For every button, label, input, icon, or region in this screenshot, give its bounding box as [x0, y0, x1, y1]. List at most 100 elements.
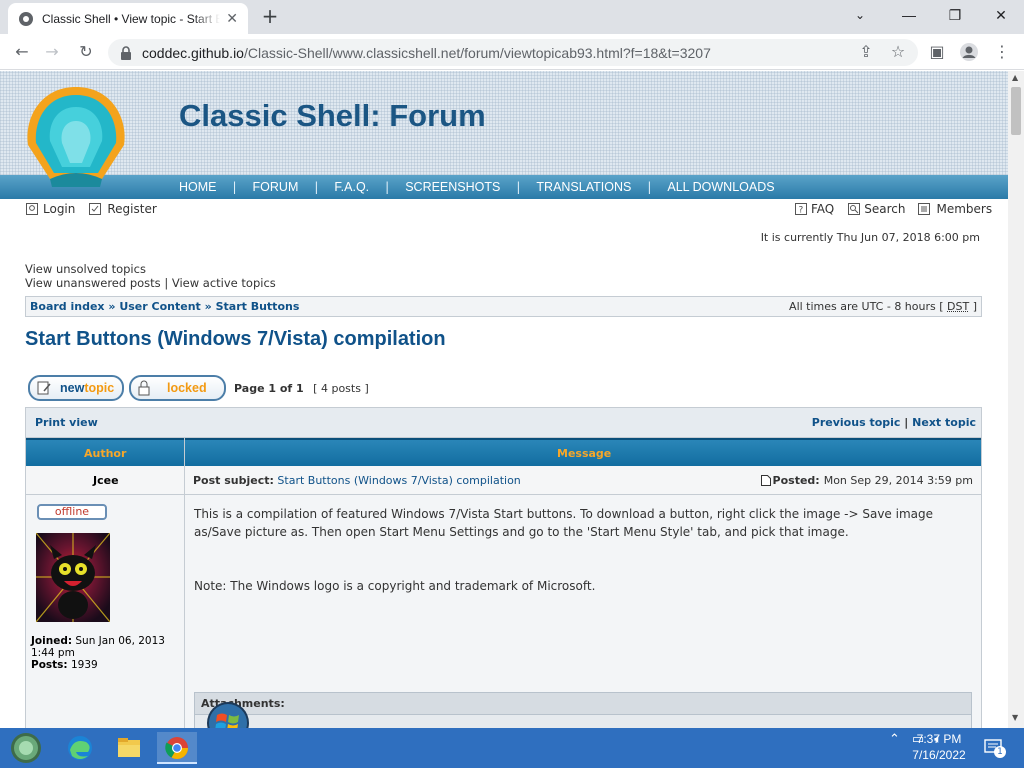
nav-home[interactable]: HOME: [171, 180, 225, 194]
notifications-icon[interactable]: 1: [984, 738, 1006, 758]
breadcrumb: Board index » User Content » Start Butto…: [25, 296, 982, 317]
nav-translations[interactable]: TRANSLATIONS: [528, 180, 639, 194]
post-subject-row: Jcee Post subject: Start Buttons (Window…: [26, 466, 981, 495]
post-date: Posted: Mon Sep 29, 2014 3:59 pm: [760, 474, 973, 487]
address-bar[interactable]: coddec.github.io/Classic-Shell/www.class…: [108, 39, 918, 66]
pagination-info: Page 1 of 1 [ 4 posts ]: [234, 382, 369, 395]
share-icon[interactable]: ⇪: [854, 40, 878, 64]
avatar[interactable]: [35, 532, 111, 623]
start-orb-icon[interactable]: [6, 732, 46, 764]
quick-links: View unsolved topics View unanswered pos…: [25, 262, 276, 290]
breadcrumb-separator: »: [108, 300, 116, 313]
dst-label: DST: [947, 300, 970, 313]
new-topic-label-a: new: [60, 381, 85, 395]
topic-table: Print view Previous topic | Next topic A…: [25, 407, 982, 728]
breadcrumb-start-buttons[interactable]: Start Buttons: [216, 300, 300, 313]
browser-menu-icon[interactable]: ⋮: [990, 40, 1014, 64]
tab-title: Classic Shell • View topic - Start Butto…: [42, 11, 221, 26]
author-profile: offline Joined: Sun Jan 06, 2013 1:44 pm…: [26, 495, 184, 728]
bookmark-star-icon[interactable]: ☆: [886, 40, 910, 64]
minimize-button[interactable]: —: [886, 4, 932, 28]
file-explorer-icon[interactable]: [109, 732, 149, 764]
offline-status-badge: offline: [37, 504, 107, 520]
nav-separator: |: [647, 180, 652, 194]
site-title[interactable]: Classic Shell: Forum: [179, 98, 486, 134]
search-icon: [848, 203, 861, 215]
post-subject-link[interactable]: Start Buttons (Windows 7/Vista) compilat…: [277, 474, 520, 487]
locked-button[interactable]: locked: [129, 375, 226, 401]
register-link[interactable]: Register: [107, 202, 156, 216]
members-link[interactable]: Members: [936, 202, 992, 216]
nav-screenshots[interactable]: SCREENSHOTS: [397, 180, 508, 194]
new-tab-button[interactable]: +: [258, 5, 282, 29]
active-topics-link[interactable]: View active topics: [172, 276, 276, 290]
pencil-icon: [36, 380, 52, 396]
user-links-left: Login Register: [26, 202, 157, 216]
taskbar-clock[interactable]: 7:37 PM 7/16/2022: [900, 731, 978, 763]
print-view-link[interactable]: Print view: [35, 416, 98, 429]
unsolved-topics-link[interactable]: View unsolved topics: [25, 262, 146, 276]
scrollbar-thumb[interactable]: [1011, 87, 1021, 135]
side-panel-icon[interactable]: ▣: [925, 40, 949, 64]
author-stats: Joined: Sun Jan 06, 2013 1:44 pm Posts: …: [31, 635, 181, 671]
page-number: Page 1 of 1: [234, 382, 304, 395]
lock-icon[interactable]: [120, 45, 132, 60]
nav-all-downloads[interactable]: ALL DOWNLOADS: [659, 180, 782, 194]
windows-start-button-image[interactable]: [206, 701, 250, 728]
post-icon[interactable]: [760, 475, 771, 486]
unanswered-posts-link[interactable]: View unanswered posts: [25, 276, 161, 290]
forward-arrow-icon[interactable]: →: [40, 40, 64, 64]
register-icon: [89, 203, 102, 215]
quick-links-separator: |: [164, 276, 169, 290]
locked-label: locked: [167, 381, 207, 395]
faq-link[interactable]: FAQ: [811, 202, 834, 216]
attachments-box: Attachments:: [194, 692, 972, 728]
posted-date: Mon Sep 29, 2014 3:59 pm: [823, 474, 973, 487]
tab-close-icon[interactable]: ✕: [226, 11, 238, 27]
scroll-up-arrow-icon[interactable]: ▲: [1012, 73, 1018, 82]
nav-faq[interactable]: F.A.Q.: [326, 180, 377, 194]
message-column-header: Message: [557, 447, 612, 460]
post-count: [ 4 posts ]: [313, 382, 369, 395]
profile-avatar-icon[interactable]: [957, 40, 981, 64]
topic-nav-separator: |: [904, 416, 909, 429]
breadcrumb-board-index[interactable]: Board index: [30, 300, 105, 313]
restore-button[interactable]: ❐: [932, 4, 978, 28]
post-subject-label: Post subject:: [193, 474, 274, 487]
tab-search-icon[interactable]: ⌄: [837, 4, 883, 28]
edge-icon[interactable]: [60, 732, 100, 764]
classic-shell-logo[interactable]: [20, 83, 132, 190]
breadcrumb-trail: Board index » User Content » Start Butto…: [30, 300, 299, 313]
browser-tab-strip: Classic Shell • View topic - Start Butto…: [0, 0, 1024, 34]
next-topic-link[interactable]: Next topic: [912, 416, 976, 429]
joined-label: Joined:: [31, 635, 73, 647]
table-header: Author Message: [26, 438, 981, 466]
clock-date: 7/16/2022: [912, 748, 966, 762]
new-topic-button[interactable]: new topic: [28, 375, 124, 401]
reload-icon[interactable]: ↻: [74, 40, 98, 64]
members-icon: [918, 203, 931, 215]
site-header: Classic Shell: Forum HOME | FORUM | F.A.…: [0, 71, 1008, 199]
posts-label: Posts:: [31, 659, 68, 671]
browser-tab[interactable]: Classic Shell • View topic - Start Butto…: [8, 3, 248, 34]
scroll-down-arrow-icon[interactable]: ▼: [1012, 713, 1018, 722]
page-scrollbar[interactable]: ▲ ▼: [1008, 71, 1024, 728]
back-arrow-icon[interactable]: ←: [10, 40, 34, 64]
chrome-taskbar-icon[interactable]: [157, 732, 197, 764]
previous-topic-link[interactable]: Previous topic: [812, 416, 901, 429]
close-window-button[interactable]: ✕: [978, 4, 1024, 28]
search-link[interactable]: Search: [864, 202, 905, 216]
timezone-prefix: All times are UTC - 8 hours [: [789, 300, 944, 313]
nav-separator: |: [385, 180, 390, 194]
svg-text:?: ?: [799, 206, 804, 216]
nav-forum[interactable]: FORUM: [245, 180, 307, 194]
chevron-up-icon[interactable]: ⌃: [889, 732, 900, 747]
attachments-header: Attachments:: [195, 693, 971, 715]
posted-label: Posted:: [772, 474, 820, 487]
breadcrumb-user-content[interactable]: User Content: [119, 300, 200, 313]
topic-title[interactable]: Start Buttons (Windows 7/Vista) compilat…: [25, 328, 446, 351]
nav-separator: |: [516, 180, 521, 194]
post-paragraph-1: This is a compilation of featured Window…: [194, 507, 934, 539]
post-author[interactable]: Jcee: [93, 474, 119, 487]
login-link[interactable]: Login: [43, 202, 75, 216]
